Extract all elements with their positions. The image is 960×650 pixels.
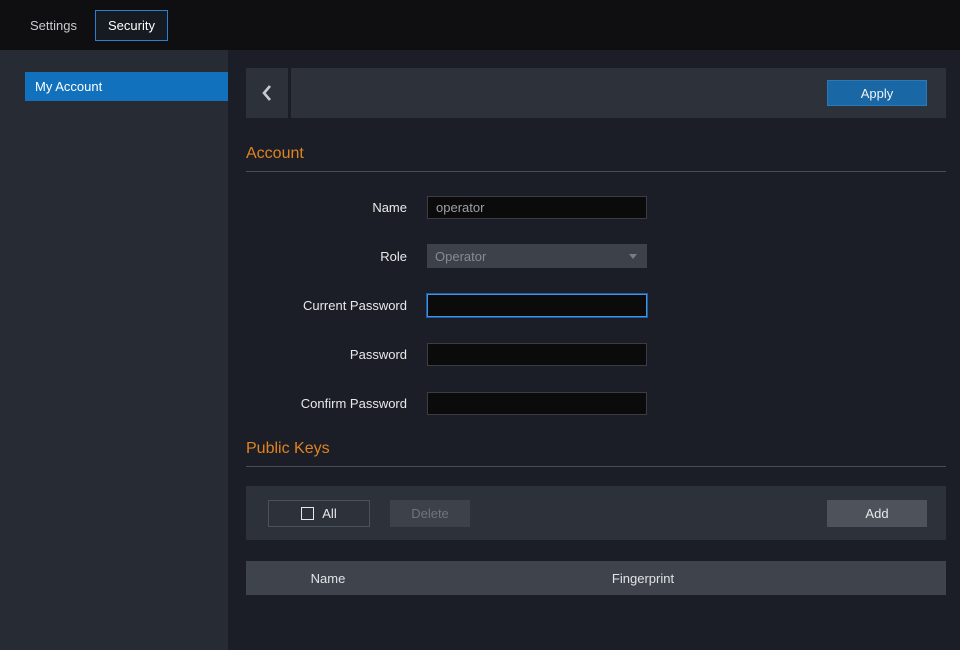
public-keys-divider: [246, 466, 946, 467]
select-all-label: All: [322, 506, 336, 521]
password-input[interactable]: [427, 343, 647, 366]
password-label: Password: [246, 347, 427, 362]
chevron-left-icon: [262, 85, 272, 101]
sidebar: My Account: [0, 50, 228, 650]
confirm-password-label: Confirm Password: [246, 396, 427, 411]
current-password-label: Current Password: [246, 298, 427, 313]
content-toolbar: Apply: [246, 68, 946, 118]
role-label: Role: [246, 249, 427, 264]
add-button[interactable]: Add: [827, 500, 927, 527]
main-layout: My Account Apply Account Name Role: [0, 50, 960, 650]
sidebar-item-label: My Account: [35, 79, 102, 94]
sidebar-item-my-account[interactable]: My Account: [25, 72, 228, 101]
name-label: Name: [246, 200, 427, 215]
public-keys-table-header: Name Fingerprint: [246, 561, 946, 595]
column-header-name: Name: [246, 571, 410, 586]
form-row-name: Name: [246, 195, 946, 219]
content-area: Apply Account Name Role Operator Current…: [228, 50, 960, 650]
account-section-title: Account: [246, 145, 946, 163]
apply-button[interactable]: Apply: [827, 80, 927, 106]
account-form: Name Role Operator Current Password Pass…: [246, 195, 946, 415]
tab-security[interactable]: Security: [95, 10, 168, 41]
column-header-fingerprint: Fingerprint: [410, 571, 876, 586]
chevron-down-icon: [629, 254, 637, 259]
form-row-password: Password: [246, 342, 946, 366]
public-keys-section-title: Public Keys: [246, 440, 946, 458]
role-select-value: Operator: [435, 249, 486, 264]
public-keys-toolbar: All Delete Add: [246, 486, 946, 540]
role-select[interactable]: Operator: [427, 244, 647, 268]
current-password-input[interactable]: [427, 294, 647, 317]
form-row-current-password: Current Password: [246, 293, 946, 317]
back-button[interactable]: [246, 68, 288, 118]
select-all-button[interactable]: All: [268, 500, 370, 527]
form-row-role: Role Operator: [246, 244, 946, 268]
account-divider: [246, 171, 946, 172]
confirm-password-input[interactable]: [427, 392, 647, 415]
name-input[interactable]: [427, 196, 647, 219]
form-row-confirm-password: Confirm Password: [246, 391, 946, 415]
delete-button[interactable]: Delete: [390, 500, 470, 527]
top-bar: Settings Security: [0, 0, 960, 50]
toolbar-bar: Apply: [291, 68, 946, 118]
select-all-checkbox[interactable]: [301, 507, 314, 520]
tab-settings[interactable]: Settings: [20, 10, 87, 41]
